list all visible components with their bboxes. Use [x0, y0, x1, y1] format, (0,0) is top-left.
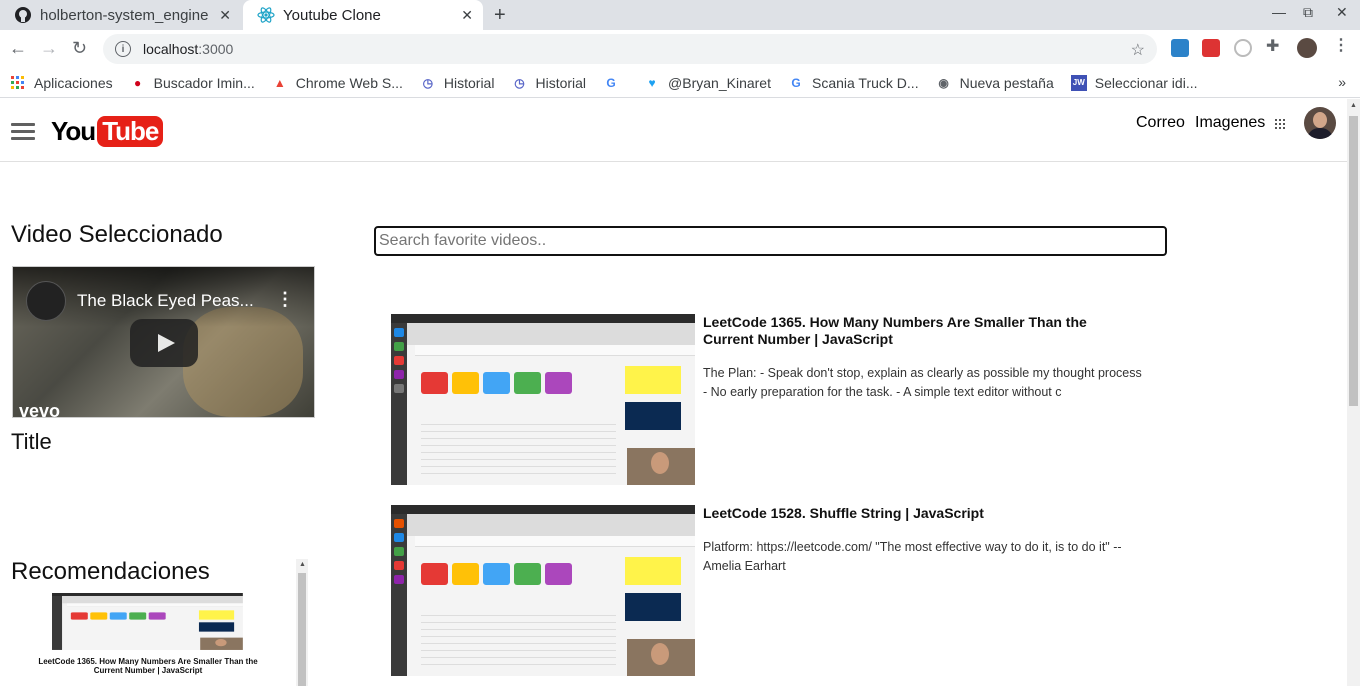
bookmarks-bar: Aplicaciones ● Buscador Imin... ▲ Chrome… — [0, 68, 1360, 98]
vevo-watermark: vevo — [19, 401, 61, 418]
imagenes-link[interactable]: Imagenes — [1195, 114, 1265, 132]
jw-icon: JW — [1070, 74, 1087, 91]
url-port: :3000 — [198, 41, 234, 57]
react-icon — [257, 6, 275, 24]
globe-icon: ◉ — [938, 75, 949, 90]
window-close-icon[interactable]: ✕ — [1336, 4, 1348, 21]
tab-youtube-clone[interactable]: Youtube Clone ✕ — [243, 0, 483, 30]
bookmark-buscador[interactable]: ● Buscador Imin... — [130, 75, 255, 91]
bookmark-label: Chrome Web S... — [295, 74, 403, 91]
bookmark-historial[interactable]: ◷ Historial — [420, 75, 495, 91]
address-bar[interactable]: i localhost:3000 ☆ — [103, 34, 1157, 64]
tab-github[interactable]: holberton-system_engine ✕ — [0, 0, 241, 30]
menu-dots-icon[interactable]: ⋮ — [1333, 35, 1351, 54]
logo-you: You — [51, 115, 96, 146]
search-input[interactable] — [374, 226, 1167, 256]
recommendation-thumbnail[interactable] — [52, 593, 243, 650]
bookmark-google[interactable]: G — [603, 75, 627, 91]
video-description: Platform: https://leetcode.com/ "The mos… — [703, 540, 1122, 573]
bookmark-seleccionar[interactable]: JW Seleccionar idi... — [1070, 74, 1198, 91]
reload-icon[interactable]: ↻ — [72, 38, 87, 59]
hamburger-menu-icon[interactable] — [11, 123, 35, 141]
bookmark-label: Seleccionar idi... — [1094, 74, 1198, 91]
extension-icon[interactable] — [1202, 39, 1220, 57]
recommendation-caption[interactable]: LeetCode 1365. How Many Numbers Are Smal… — [32, 657, 264, 675]
bookmark-chrome-web-store[interactable]: ▲ Chrome Web S... — [272, 75, 403, 91]
bookmark-label: @Bryan_Kinaret — [668, 74, 771, 91]
tab-title: holberton-system_engine — [40, 6, 209, 24]
bookmark-label: Scania Truck D... — [811, 74, 919, 91]
minimize-icon[interactable]: — — [1272, 4, 1286, 20]
google-icon: G — [606, 75, 616, 90]
bookmark-star-icon[interactable]: ☆ — [1131, 40, 1145, 60]
tab-title: Youtube Clone — [283, 6, 381, 24]
close-icon[interactable]: ✕ — [219, 7, 231, 24]
logo-tube: Tube — [97, 115, 164, 147]
selected-video-heading: Video Seleccionado — [11, 221, 223, 248]
video-list-item[interactable]: LeetCode 1528. Shuffle String | JavaScri… — [391, 505, 1151, 676]
correo-link[interactable]: Correo — [1136, 114, 1185, 132]
chat-icon: ● — [133, 75, 142, 90]
video-thumbnail[interactable] — [391, 314, 695, 485]
player-video-title[interactable]: The Black Eyed Peas... — [77, 291, 254, 311]
video-description: The Plan: - Speak don't stop, explain as… — [703, 366, 1142, 399]
chrome-store-icon: ▲ — [273, 75, 286, 90]
bookmark-aplicaciones[interactable]: Aplicaciones — [10, 75, 113, 91]
bookmark-historial-2[interactable]: ◷ Historial — [511, 75, 586, 91]
twitter-icon: ♥ — [648, 75, 656, 90]
extension-icon[interactable] — [1234, 39, 1252, 57]
play-button-icon[interactable] — [130, 319, 198, 367]
close-icon[interactable]: ✕ — [461, 7, 473, 24]
bookmark-twitter[interactable]: ♥ @Bryan_Kinaret — [644, 75, 771, 91]
video-player[interactable]: The Black Eyed Peas... ⋮ vevo — [12, 266, 315, 418]
page-scrollbar[interactable]: ▲ — [1347, 99, 1360, 686]
page-content: You Tube Correo Imagenes Video Seleccion… — [0, 99, 1347, 686]
scrollbar-thumb[interactable] — [1349, 116, 1358, 406]
bookmark-label: Aplicaciones — [34, 74, 113, 91]
avatar[interactable] — [1304, 107, 1336, 139]
google-icon: G — [791, 75, 801, 90]
tab-strip: holberton-system_engine ✕ Youtube Clone … — [0, 0, 1360, 30]
app-header: You Tube Correo Imagenes — [0, 99, 1347, 162]
back-icon[interactable]: ← — [9, 38, 27, 59]
extension-icon[interactable] — [1171, 39, 1189, 57]
url-host: localhost — [143, 41, 199, 57]
bookmark-label: Nueva pestaña — [959, 74, 1054, 91]
youtube-logo[interactable]: You Tube — [51, 115, 164, 147]
bookmark-nueva-pestana[interactable]: ◉ Nueva pestaña — [936, 74, 1054, 91]
recommendations-scrollbar[interactable]: ▲ — [296, 559, 308, 686]
github-icon — [14, 6, 32, 24]
apps-grid-icon — [10, 75, 26, 91]
more-bookmarks-icon[interactable]: » — [1338, 74, 1346, 90]
apps-grid-icon[interactable] — [1275, 119, 1285, 129]
puzzle-icon[interactable]: ✚ — [1266, 36, 1284, 55]
video-title[interactable]: LeetCode 1365. How Many Numbers Are Smal… — [703, 314, 1123, 348]
forward-icon[interactable]: → — [40, 38, 58, 59]
more-options-icon[interactable]: ⋮ — [276, 289, 294, 310]
channel-avatar[interactable] — [26, 281, 66, 321]
selected-video-title: Title — [11, 429, 52, 454]
video-list-item[interactable]: LeetCode 1365. How Many Numbers Are Smal… — [391, 314, 1151, 485]
video-thumbnail[interactable] — [391, 505, 695, 676]
recommendations-list[interactable]: LeetCode 1365. How Many Numbers Are Smal… — [12, 559, 308, 686]
bookmark-scania[interactable]: G Scania Truck D... — [788, 74, 919, 91]
info-icon[interactable]: i — [115, 41, 131, 57]
bookmark-label: Historial — [535, 74, 587, 91]
browser-toolbar: ← → ↻ i localhost:3000 ☆ ✚ ⋮ — [0, 30, 1360, 68]
restore-icon[interactable]: ⧉ — [1303, 4, 1313, 21]
bookmark-label: Historial — [443, 74, 495, 91]
history-icon: ◷ — [422, 75, 434, 90]
video-title[interactable]: LeetCode 1528. Shuffle String | JavaScri… — [703, 505, 1123, 522]
new-tab-icon[interactable]: + — [494, 4, 506, 27]
profile-avatar[interactable] — [1297, 38, 1317, 58]
history-icon: ◷ — [514, 75, 525, 90]
bookmark-label: Buscador Imin... — [153, 74, 255, 91]
